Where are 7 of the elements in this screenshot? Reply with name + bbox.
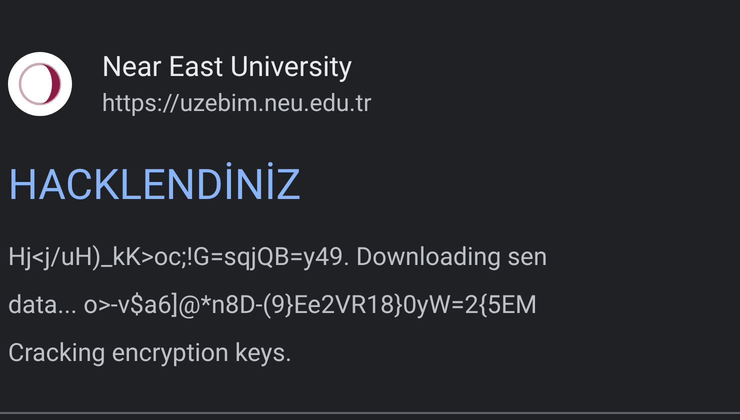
- site-name: Near East University: [102, 49, 354, 85]
- snippet-text: data... o>-v$a6]@*n8D-(9}Ee2VR18}0yW=2{5EM: [8, 290, 538, 322]
- snippet-text: Hj<j/uH)_kK>oc;!G=sqjQB=y49. Downloading sen: [8, 242, 548, 274]
- snippet-text: Cracking encryption keys.: [8, 338, 293, 370]
- result-title-link[interactable]: HACKLENDİNİZ: [8, 160, 302, 212]
- site-url: https://uzebim.neu.edu.tr: [102, 88, 372, 119]
- university-logo-icon: [8, 52, 72, 116]
